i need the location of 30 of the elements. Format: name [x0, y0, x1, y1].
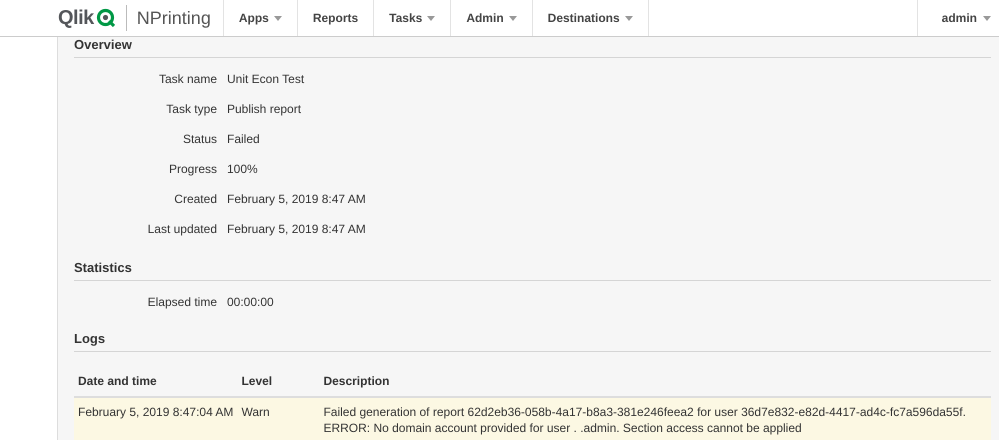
field-value: Publish report	[227, 102, 302, 116]
field-label: Task name	[158, 72, 217, 86]
table-cell: Warn	[237, 397, 320, 440]
field-value: Unit Econ Test	[227, 72, 306, 86]
table-cell: February 5, 2019 8:47:04 AM	[74, 397, 238, 440]
logo-text: Qlik	[58, 6, 94, 30]
nav-menu-item[interactable]: Admin	[450, 0, 532, 36]
nav-menu-item[interactable]: Tasks	[373, 0, 450, 36]
nav-menu-item[interactable]: Destinations	[532, 0, 649, 36]
field-label: Last updated	[146, 222, 217, 236]
nav-menu-item[interactable]: Apps	[222, 0, 297, 36]
product-name: NPrinting	[136, 8, 211, 28]
section-heading: Overview	[74, 37, 991, 58]
field-value: Failed	[227, 132, 261, 146]
field-label: Progress	[168, 162, 217, 176]
field-value: 00:00:00	[227, 295, 275, 309]
user-menu[interactable]: admin	[916, 0, 999, 36]
field-value: February 5, 2019 8:47 AM	[227, 222, 367, 236]
nav-menu-item[interactable]: Reports	[296, 0, 374, 36]
table-cell: Failed generation of report 62d2eb36-058b-4a17-b8a3-381e246feea2 for user 36d7e832-e82d-4417-ad4c-fc7a596da55f. ERROR: No domain account provided for user . .admin. Section access cannot be applied	[319, 397, 991, 440]
field-label: Task type	[165, 102, 217, 116]
section-heading: Logs	[74, 331, 991, 352]
logo-icon	[96, 8, 116, 28]
field-value: 100%	[227, 162, 259, 176]
caret-icon	[983, 16, 991, 20]
field-label: Elapsed time	[146, 295, 217, 309]
field-label: Created	[173, 192, 217, 206]
section-heading: Statistics	[74, 258, 991, 281]
field-value: February 5, 2019 8:47 AM	[227, 192, 367, 206]
field-label: Status	[182, 132, 217, 146]
